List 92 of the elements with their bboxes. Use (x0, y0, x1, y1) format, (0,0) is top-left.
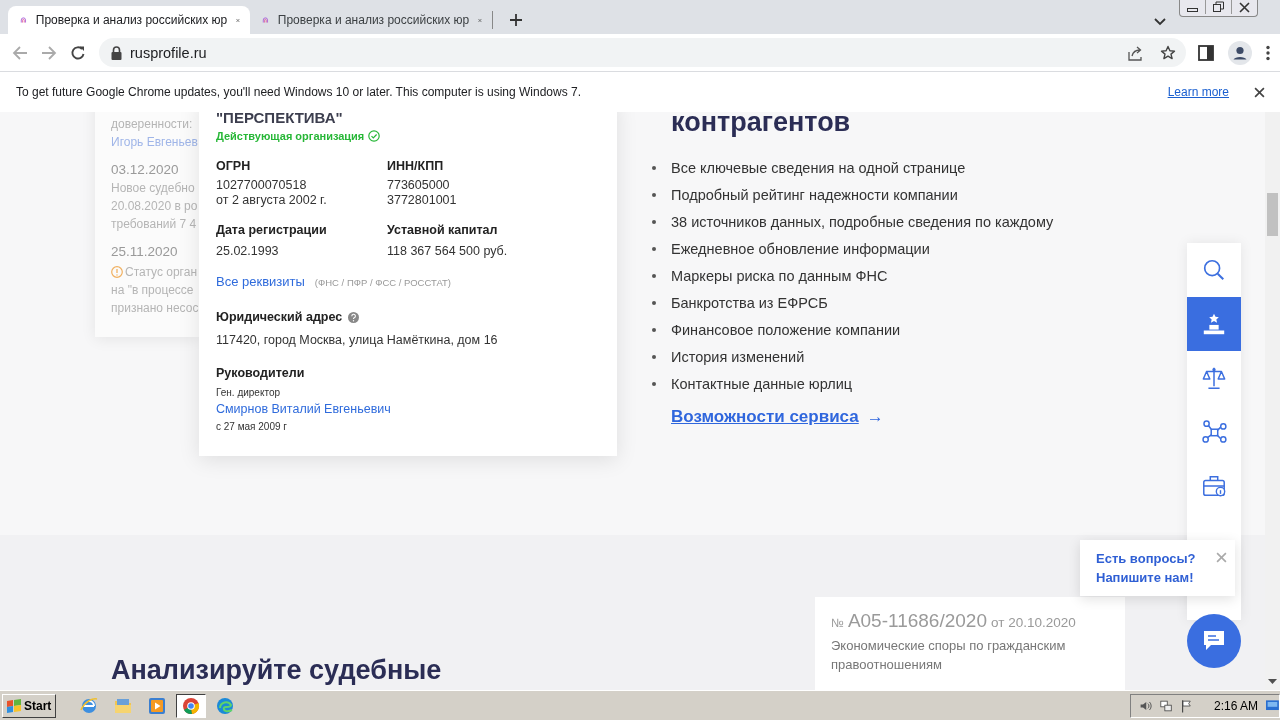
menu-icon[interactable] (1266, 44, 1270, 61)
feature-item: Все ключевые сведения на одной странице (671, 159, 966, 176)
scrollbar-thumb[interactable] (1267, 193, 1278, 236)
field-label: Дата регистрации (216, 222, 327, 238)
field-label: ИНН/КПП (387, 158, 444, 174)
event-text: 20.08.2020 в ро (111, 198, 199, 215)
search-icon (1201, 257, 1227, 283)
globe-icon (80, 696, 99, 715)
address-label: Юридический адрес (216, 309, 343, 325)
feature-item: Маркеры риска по данным ФНС (671, 267, 888, 284)
bullet-dot (652, 192, 656, 197)
field-value: 25.02.1993 (216, 244, 279, 259)
manager-role: Ген. директор (216, 386, 281, 399)
dock-button[interactable] (1187, 351, 1241, 405)
ring-icon (182, 696, 201, 715)
feature-item: Подробный рейтинг надежности компании (671, 186, 958, 203)
folder-icon (114, 696, 133, 715)
field-label: ОГРН (216, 158, 251, 174)
help-icon[interactable] (348, 311, 360, 323)
manager-since: с 27 мая 2009 г (216, 420, 288, 433)
features-link[interactable]: Возможности сервиса → (671, 407, 884, 427)
field-value: 118 367 564 500 руб. (387, 244, 508, 259)
field-value: 773605000 3772801001 (387, 178, 457, 208)
event-text: Статус орган (125, 264, 198, 281)
nodes-icon (1201, 419, 1227, 445)
star-icon[interactable] (1160, 44, 1176, 61)
bullet-dot (652, 165, 656, 170)
event-date: 25.11.2020 (111, 243, 179, 261)
bullet-dot (652, 246, 656, 251)
dock-button[interactable] (1187, 243, 1241, 297)
flag-icon (6, 698, 22, 713)
feature-item: Ежедневное обновление информации (671, 240, 930, 257)
swirl-icon (216, 696, 235, 715)
number-sign: № (831, 616, 844, 630)
close-icon[interactable] (1254, 86, 1265, 98)
manager-link[interactable]: Смирнов Виталий Евгеньевич (216, 401, 391, 417)
feature-item: Банкротства из ЕФРСБ (671, 294, 828, 311)
requisites-link[interactable]: Все реквизиты (216, 274, 305, 290)
feature-item: Финансовое положение компании (671, 321, 901, 338)
speech-bubble-icon (1202, 630, 1226, 652)
bullet-dot (652, 219, 656, 224)
scales-icon (1201, 365, 1227, 391)
case-number: А05-11686/2020 (847, 610, 987, 632)
play-icon (148, 696, 167, 715)
browser-tab[interactable]: Проверка и анализ российских юр (250, 6, 492, 34)
plus-icon[interactable] (509, 13, 523, 27)
address-text: 117420, город Москва, улица Намёткина, дом 16 (216, 332, 499, 348)
chevron-down-icon[interactable] (1154, 18, 1166, 26)
side-panel-icon[interactable] (1198, 44, 1214, 61)
feature-item: 38 источников данных, подробные сведения по каждому (671, 213, 1054, 230)
section-heading: Анализируйте судебные (111, 655, 442, 687)
field-value: 1027700070518 от 2 августа 2002 г. (216, 178, 327, 208)
event-text: доверенности: (111, 116, 194, 133)
event-text: признано несос (111, 300, 199, 317)
clock: 2:16 AM (1214, 698, 1259, 713)
browser-tab[interactable]: Проверка и анализ российских юр (8, 6, 250, 34)
warning-icon (111, 266, 123, 278)
feature-item: История изменений (671, 348, 805, 365)
address-bar[interactable]: rusprofile.ru (99, 38, 1186, 67)
event-date: 03.12.2020 (111, 161, 180, 179)
taskbar-button[interactable] (176, 693, 207, 718)
chat-prompt: Есть вопросы? Напишите нам! (1096, 550, 1197, 587)
status-label: Действующая организация (216, 129, 365, 144)
sources-note: (ФНС / ПФР / ФСС / РОССТАТ) (314, 276, 452, 290)
bullet-dot (652, 354, 656, 359)
bullet-dot (652, 273, 656, 278)
flag-icon[interactable] (1180, 697, 1193, 714)
company-name: "ПЕРСПЕКТИВА" (216, 112, 343, 128)
managers-label: Руководители (216, 365, 306, 381)
start-button[interactable]: Start (2, 693, 57, 718)
scroll-down-icon[interactable] (1268, 679, 1277, 684)
learn-more-link[interactable]: Learn more (1167, 85, 1229, 99)
desktop-icon[interactable] (1266, 698, 1279, 713)
event-text: требований 7 4 (111, 216, 198, 233)
case-date: от 20.10.2020 (991, 615, 1076, 630)
section-heading: контрагентов (671, 112, 851, 137)
feature-item: Контактные данные юрлиц (671, 375, 853, 392)
profile-icon[interactable] (1228, 40, 1252, 65)
field-label: Уставной капитал (387, 222, 498, 238)
check-circle-icon (368, 130, 381, 142)
briefcase-icon (1201, 473, 1227, 499)
bullet-dot (652, 327, 656, 332)
bullet-dot (652, 300, 656, 305)
bullet-dot (652, 381, 656, 386)
update-message: To get future Google Chrome updates, you'll need Windows 10 or later. This computer is using Windows 7. (16, 85, 583, 99)
event-text: Новое судебно (111, 180, 196, 197)
reload-icon[interactable] (70, 44, 86, 61)
lock-icon (111, 45, 122, 60)
dock-button[interactable] (1187, 297, 1241, 351)
share-icon[interactable] (1128, 44, 1144, 61)
case-category: Экономические споры по гражданским правоотношениям (831, 637, 1067, 674)
event-text: на "в процессе (111, 282, 195, 299)
